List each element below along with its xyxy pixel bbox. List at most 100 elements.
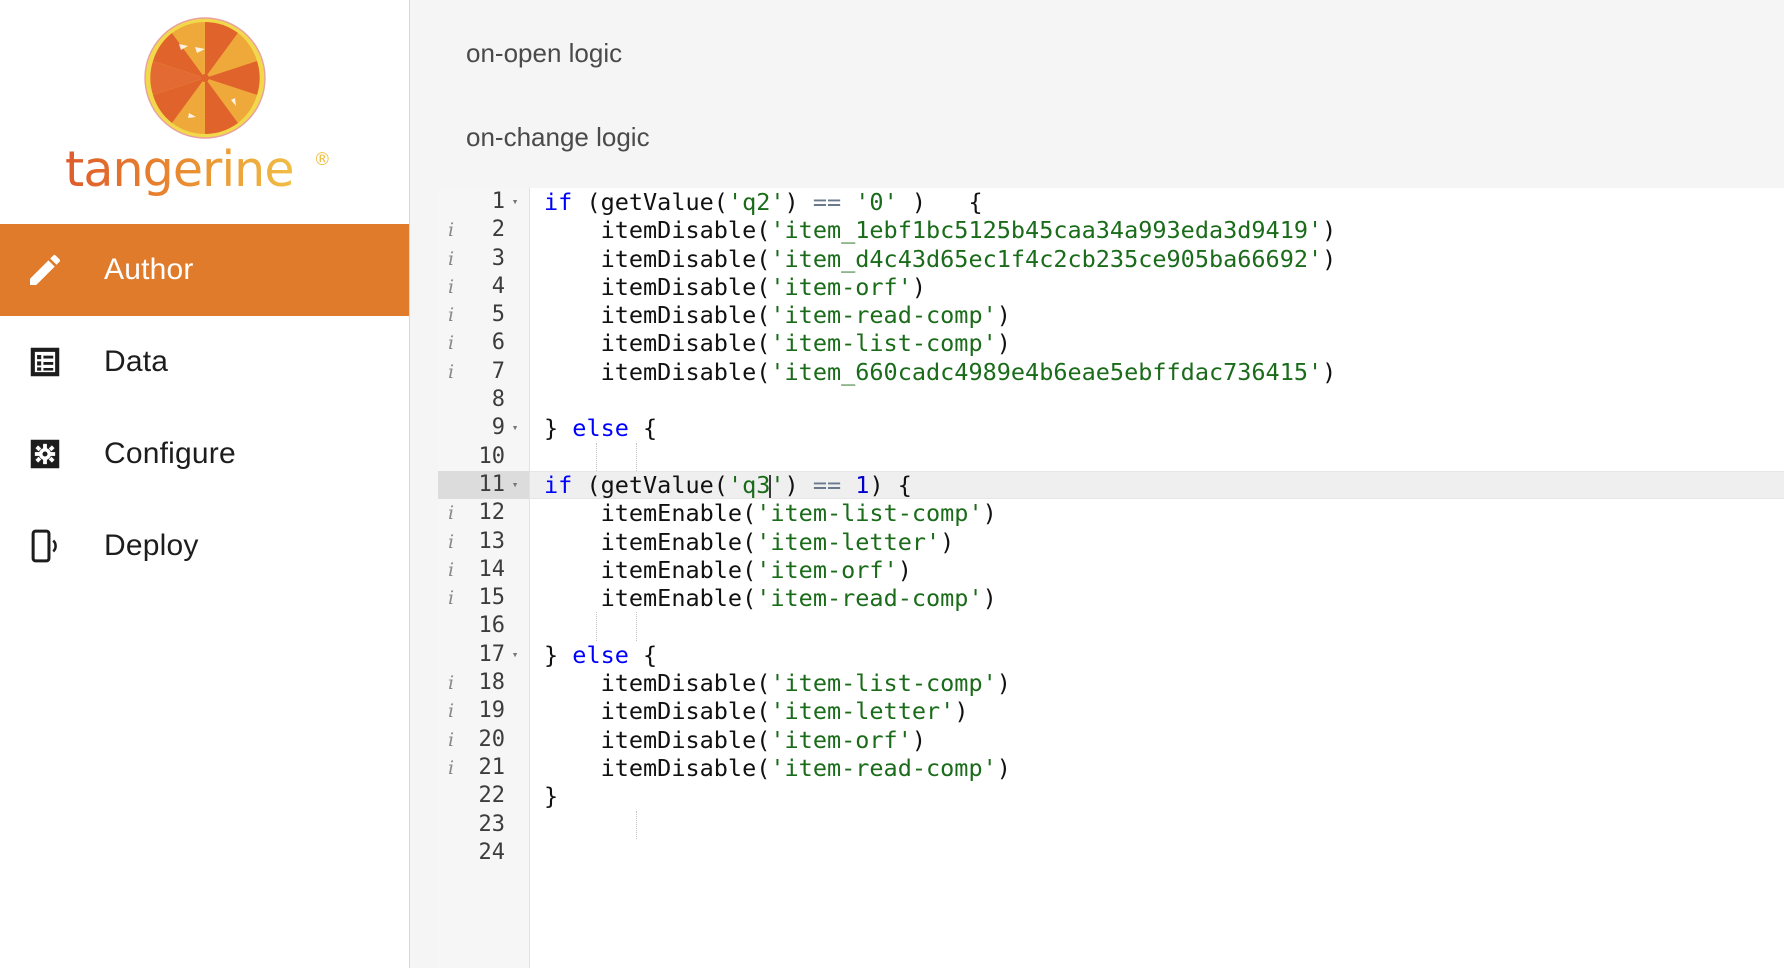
code-line[interactable]: itemEnable('item-list-comp')	[530, 499, 1784, 527]
code-line[interactable]: itemDisable('item-orf')	[530, 273, 1784, 301]
code-line[interactable]: itemDisable('item-read-comp')	[530, 301, 1784, 329]
pencil-icon	[22, 247, 68, 293]
code-line[interactable]: } else {	[530, 641, 1784, 669]
editor-code-area[interactable]: if (getValue('q2') == '0' ) { itemDisabl…	[530, 188, 1784, 968]
line-number: 24	[478, 839, 506, 865]
code-line[interactable]	[530, 612, 1784, 641]
info-annotation-icon[interactable]: i	[448, 499, 454, 527]
gutter-row[interactable]: i5▾	[438, 301, 529, 329]
code-token: (getValue(	[572, 470, 728, 499]
gutter-row[interactable]: 22▾	[438, 782, 529, 810]
gear-box-icon	[22, 431, 68, 477]
gutter-row[interactable]: i7▾	[438, 358, 529, 386]
gutter-row[interactable]: 9 ▾	[438, 414, 529, 442]
code-editor[interactable]: 1▾i2▾i3▾i4▾i5▾i6▾i7▾8▾9▾10▾11▾i12▾i13▾i1…	[438, 188, 1784, 968]
info-annotation-icon[interactable]: i	[448, 754, 454, 782]
fold-arrow-icon[interactable]: ▾	[507, 471, 523, 499]
gutter-row[interactable]: i15▾	[438, 584, 529, 612]
svg-text:®: ®	[313, 150, 331, 170]
gutter-row[interactable]: i19▾	[438, 697, 529, 725]
code-line[interactable]: itemDisable('item-orf')	[530, 726, 1784, 754]
code-line[interactable]: if (getValue('q3') == 1) {	[530, 470, 1784, 500]
code-token: 'item-orf'	[770, 725, 912, 754]
info-annotation-icon[interactable]: i	[448, 669, 454, 697]
code-token: if	[544, 470, 573, 499]
code-token: }	[544, 782, 559, 811]
gutter-row[interactable]: i14▾	[438, 556, 529, 584]
code-token: else	[572, 414, 629, 443]
code-line[interactable]: itemDisable('item_d4c43d65ec1f4c2cb235ce…	[530, 245, 1784, 273]
on-change-logic-label[interactable]: on-change logic	[466, 124, 1784, 150]
indent-guide	[596, 612, 597, 641]
code-token: itemDisable(	[544, 725, 771, 754]
code-line[interactable]: itemDisable('item-letter')	[530, 697, 1784, 725]
gutter-row[interactable]: i12▾	[438, 499, 529, 527]
info-annotation-icon[interactable]: i	[448, 358, 454, 386]
fold-arrow-icon[interactable]: ▾	[507, 188, 523, 216]
info-annotation-icon[interactable]: i	[448, 216, 454, 244]
gutter-row[interactable]: 11 ▾	[438, 470, 529, 500]
code-line[interactable]	[530, 810, 1784, 839]
sidebar-item-data[interactable]: Data	[0, 316, 409, 408]
code-line[interactable]: if (getValue('q2') == '0' ) {	[530, 188, 1784, 216]
on-open-logic-label[interactable]: on-open logic	[466, 40, 1784, 66]
code-token: 'item-read-comp'	[770, 301, 997, 330]
gutter-row[interactable]: 24▾	[438, 839, 529, 867]
gutter-row[interactable]: i4▾	[438, 273, 529, 301]
code-line[interactable]: itemDisable('item-list-comp')	[530, 329, 1784, 357]
gutter-row[interactable]: i21▾	[438, 754, 529, 782]
code-token: )	[1322, 244, 1337, 273]
code-token: 'item_660cadc4989e4b6eae5ebffdac736415'	[770, 357, 1323, 386]
line-number: 19	[478, 698, 506, 724]
gutter-row[interactable]: 8▾	[438, 386, 529, 414]
gutter-row[interactable]: 16▾	[438, 612, 529, 640]
code-line[interactable]: itemDisable('item_660cadc4989e4b6eae5ebf…	[530, 358, 1784, 386]
sidebar-item-author[interactable]: Author	[0, 224, 409, 316]
info-annotation-icon[interactable]: i	[448, 726, 454, 754]
gutter-row[interactable]: i3▾	[438, 245, 529, 273]
code-line[interactable]: itemEnable('item-orf')	[530, 556, 1784, 584]
gutter-row[interactable]: i20▾	[438, 726, 529, 754]
gutter-row[interactable]: 1 ▾	[438, 188, 529, 216]
code-line[interactable]: itemEnable('item-read-comp')	[530, 584, 1784, 612]
code-line[interactable]: itemEnable('item-letter')	[530, 528, 1784, 556]
code-token: }	[544, 640, 573, 669]
fold-arrow-icon[interactable]: ▾	[507, 641, 523, 669]
code-token: 'item-letter'	[770, 697, 955, 726]
sidebar-item-configure[interactable]: Configure	[0, 408, 409, 500]
code-line[interactable]: } else {	[530, 414, 1784, 442]
gutter-row[interactable]: 17 ▾	[438, 641, 529, 669]
info-annotation-icon[interactable]: i	[448, 245, 454, 273]
code-line[interactable]	[530, 442, 1784, 471]
info-annotation-icon[interactable]: i	[448, 584, 454, 612]
code-token: 'item-orf'	[756, 555, 898, 584]
code-token: ==	[812, 470, 842, 499]
sidebar-item-deploy[interactable]: Deploy	[0, 500, 409, 592]
info-annotation-icon[interactable]: i	[448, 301, 454, 329]
info-annotation-icon[interactable]: i	[448, 273, 454, 301]
code-line[interactable]: itemDisable('item_1ebf1bc5125b45caa34a99…	[530, 216, 1784, 244]
info-annotation-icon[interactable]: i	[448, 697, 454, 725]
gutter-row[interactable]: i18▾	[438, 669, 529, 697]
info-annotation-icon[interactable]: i	[448, 528, 454, 556]
code-line[interactable]: }	[530, 782, 1784, 810]
editor-gutter[interactable]: 1▾i2▾i3▾i4▾i5▾i6▾i7▾8▾9▾10▾11▾i12▾i13▾i1…	[438, 188, 530, 968]
code-line[interactable]	[530, 839, 1784, 867]
gutter-row[interactable]: 23▾	[438, 811, 529, 839]
code-line[interactable]: itemDisable('item-read-comp')	[530, 754, 1784, 782]
code-token: 'q3	[727, 470, 771, 499]
fold-arrow-icon[interactable]: ▾	[507, 414, 523, 442]
code-token: {	[628, 640, 658, 669]
brand-logo[interactable]: tangerine ®	[0, 0, 409, 200]
line-number: 21	[478, 754, 506, 780]
code-line[interactable]	[530, 386, 1784, 414]
gutter-row[interactable]: i13▾	[438, 528, 529, 556]
gutter-row[interactable]: i6▾	[438, 329, 529, 357]
code-line[interactable]: itemDisable('item-list-comp')	[530, 669, 1784, 697]
info-annotation-icon[interactable]: i	[448, 329, 454, 357]
code-token: )	[954, 697, 969, 726]
info-annotation-icon[interactable]: i	[448, 556, 454, 584]
code-token: '0'	[855, 188, 898, 216]
gutter-row[interactable]: 10▾	[438, 443, 529, 471]
gutter-row[interactable]: i2▾	[438, 216, 529, 244]
